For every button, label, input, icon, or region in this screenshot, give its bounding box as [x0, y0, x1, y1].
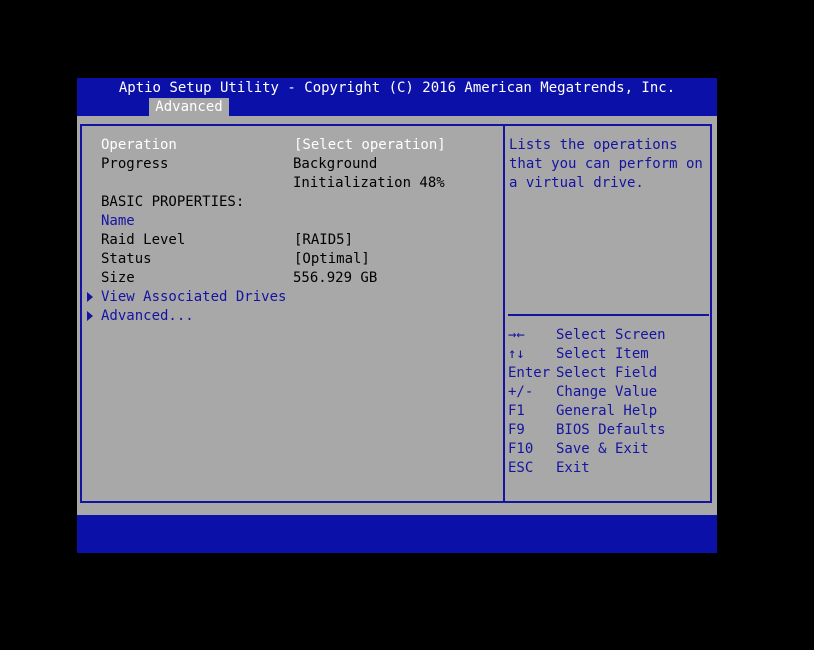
help-text-line1: Lists the operations: [509, 137, 678, 153]
bios-screen: Aptio Setup Utility - Copyright (C) 2016…: [77, 78, 717, 553]
key-desc-select-item: Select Item: [556, 346, 649, 362]
raid-level-label: Raid Level: [101, 232, 186, 248]
key-esc: ESC: [508, 460, 534, 476]
operation-label[interactable]: Operation: [101, 136, 177, 155]
key-f1: F1: [508, 403, 525, 419]
status-value: [Optimal]: [294, 251, 370, 267]
view-associated-drives-link[interactable]: View Associated Drives: [101, 288, 286, 307]
basic-properties-heading: BASIC PROPERTIES:: [101, 194, 245, 210]
raid-level-value: [RAID5]: [294, 232, 354, 248]
submenu-arrow-icon: [87, 311, 93, 321]
size-label: Size: [101, 270, 135, 286]
help-text-line3: a virtual drive.: [509, 175, 644, 191]
progress-value-line2: Initialization 48%: [293, 175, 445, 191]
panel-divider: [503, 124, 505, 503]
tab-advanced[interactable]: Advanced: [149, 98, 229, 116]
key-desc-change-value: Change Value: [556, 384, 658, 400]
key-desc-select-field: Select Field: [556, 365, 658, 381]
key-desc-exit: Exit: [556, 460, 590, 476]
name-field[interactable]: Name: [101, 212, 135, 231]
help-text-line2: that you can perform on: [509, 156, 703, 172]
operation-value[interactable]: [Select operation]: [294, 136, 446, 155]
key-up-down: ↑↓: [508, 346, 525, 362]
key-f10: F10: [508, 441, 534, 457]
advanced-submenu-link[interactable]: Advanced...: [101, 307, 194, 326]
key-desc-select-screen: Select Screen: [556, 327, 666, 343]
key-enter: Enter: [508, 365, 551, 381]
submenu-arrow-icon: [87, 292, 93, 302]
key-desc-save-exit: Save & Exit: [556, 441, 649, 457]
key-desc-bios-defaults: BIOS Defaults: [556, 422, 666, 438]
status-label: Status: [101, 251, 152, 267]
progress-label: Progress: [101, 156, 169, 172]
size-value: 556.929 GB: [293, 270, 378, 286]
help-divider: [508, 314, 709, 316]
key-desc-general-help: General Help: [556, 403, 658, 419]
header-bar: Aptio Setup Utility - Copyright (C) 2016…: [77, 78, 717, 116]
progress-value-line1: Background: [293, 156, 378, 172]
key-f9: F9: [508, 422, 525, 438]
app-title: Aptio Setup Utility - Copyright (C) 2016…: [118, 80, 676, 96]
footer-bar: [77, 515, 717, 553]
key-left-right: →←: [508, 327, 525, 343]
key-plus-minus: +/-: [508, 384, 534, 400]
